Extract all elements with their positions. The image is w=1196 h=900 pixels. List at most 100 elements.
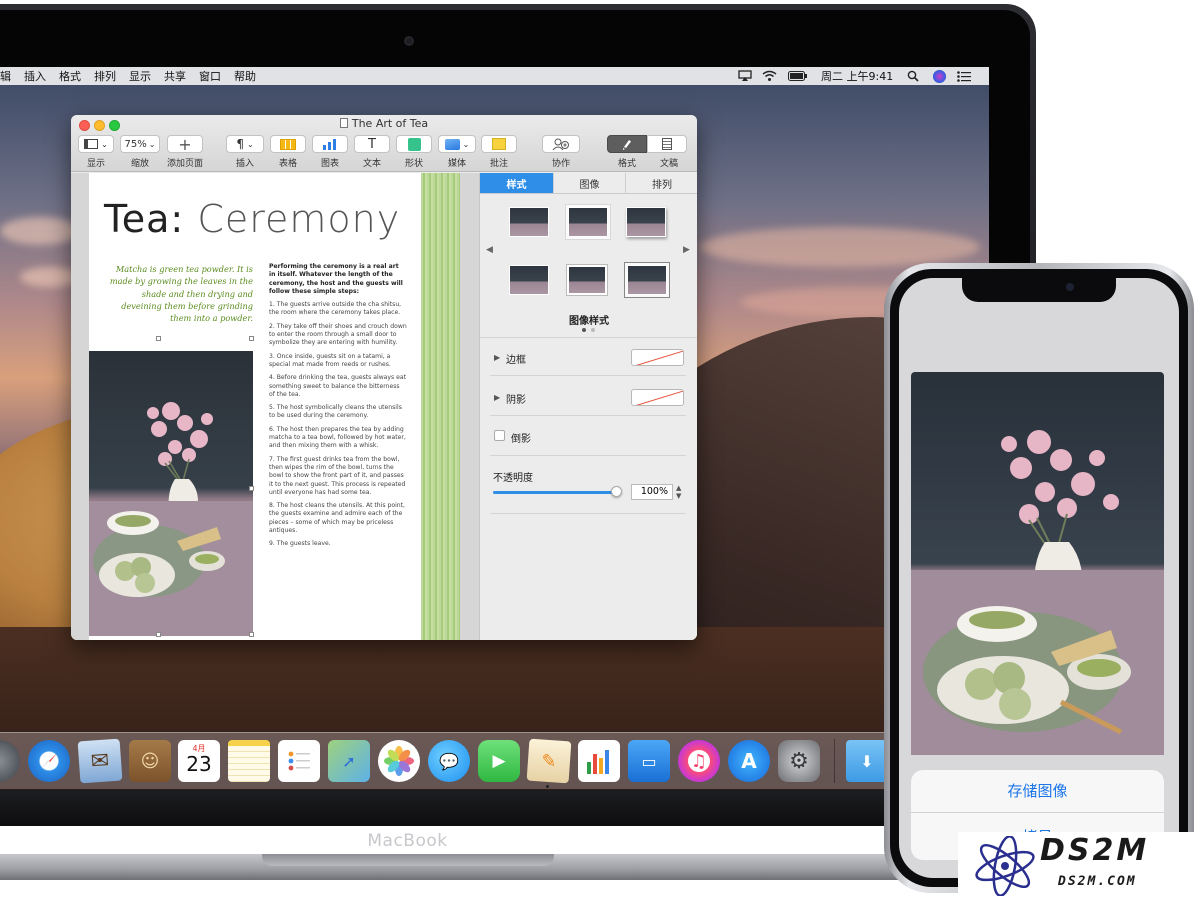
notification-center-icon[interactable] xyxy=(957,67,971,85)
menu-format[interactable]: 格式 xyxy=(59,68,81,84)
downloads-folder-icon[interactable]: ⬇ xyxy=(846,740,888,782)
siri-icon[interactable] xyxy=(933,67,946,85)
disclosure-triangle-icon[interactable]: ▶ xyxy=(494,353,500,362)
zoom-label: 缩放 xyxy=(130,159,149,169)
disclosure-triangle-icon[interactable]: ▶ xyxy=(494,393,500,402)
resize-handle[interactable] xyxy=(249,336,254,341)
step-item: 9. The guests leave. xyxy=(269,540,331,548)
keynote-icon[interactable]: ▭ xyxy=(628,740,670,782)
safari-icon[interactable] xyxy=(28,740,70,782)
calendar-icon[interactable]: 4月 23 xyxy=(178,740,220,782)
table-button[interactable] xyxy=(270,135,306,153)
messages-icon[interactable]: 💬 xyxy=(428,740,470,782)
menu-bar: 辑 插入 格式 排列 显示 共享 窗口 帮助 周二 上午9:41 xyxy=(0,67,989,85)
comment-button[interactable] xyxy=(481,135,517,153)
view-button[interactable]: ⌄ xyxy=(78,135,114,153)
dock: ✉ ☺ 4月 23 ➚ 💬 ▶ ✎ ▭ ♫ A ⚙ ⬇ xyxy=(0,732,989,789)
notes-icon[interactable] xyxy=(228,740,270,782)
chart-button[interactable] xyxy=(312,135,348,153)
opacity-slider-track[interactable] xyxy=(493,491,617,494)
atom-logo-icon xyxy=(972,835,1038,900)
image-style-thumb[interactable] xyxy=(565,204,611,240)
wifi-icon[interactable] xyxy=(762,67,777,85)
shadow-label: 阴影 xyxy=(506,395,526,406)
image-style-thumb[interactable] xyxy=(624,262,670,298)
numbers-icon[interactable] xyxy=(578,740,620,782)
steps-text[interactable]: Performing the ceremony is a real art in… xyxy=(269,263,407,554)
airplay-icon[interactable] xyxy=(738,67,752,85)
insert-button[interactable]: ¶ ⌄ xyxy=(226,135,264,153)
menu-edit[interactable]: 辑 xyxy=(0,68,11,84)
menu-clock[interactable]: 周二 上午9:41 xyxy=(821,67,893,85)
add-page-button[interactable]: + xyxy=(167,135,203,154)
tea-photo[interactable] xyxy=(89,351,253,636)
app-store-icon[interactable]: A xyxy=(728,740,770,782)
image-style-thumb[interactable] xyxy=(626,207,666,237)
zoom-value: 75% xyxy=(124,138,147,150)
menu-window[interactable]: 窗口 xyxy=(199,68,221,84)
opacity-slider-knob[interactable] xyxy=(611,486,622,497)
page-dot-active[interactable] xyxy=(582,328,586,332)
system-preferences-icon[interactable]: ⚙ xyxy=(778,740,820,782)
watermark-url: DS2M.COM xyxy=(1058,874,1137,889)
menu-insert[interactable]: 插入 xyxy=(24,68,46,84)
mail-icon[interactable]: ✉ xyxy=(77,738,123,784)
tab-arrange[interactable]: 排列 xyxy=(625,173,697,194)
media-button[interactable]: ⌄ xyxy=(438,135,476,153)
reflection-label: 倒影 xyxy=(511,434,531,445)
contacts-icon[interactable]: ☺ xyxy=(129,740,171,782)
shadow-color-well[interactable] xyxy=(631,389,684,406)
menu-arrange[interactable]: 排列 xyxy=(94,68,116,84)
step-item: 3. Once inside, guests sit on a tatami, … xyxy=(269,352,391,368)
previous-styles-arrow-icon[interactable]: ◀ xyxy=(486,245,493,255)
border-color-well[interactable] xyxy=(631,349,684,366)
step-item: 1. The guests arrive outside the cha shi… xyxy=(269,301,402,317)
image-style-thumb[interactable] xyxy=(509,265,549,295)
launchpad-icon[interactable] xyxy=(0,740,20,782)
itunes-icon[interactable]: ♫ xyxy=(678,740,720,782)
battery-icon[interactable] xyxy=(788,67,808,85)
menu-help[interactable]: 帮助 xyxy=(234,68,256,84)
step-item: 2. They take off their shoes and crouch … xyxy=(269,322,407,347)
chevron-down-icon: ⌄ xyxy=(246,139,254,149)
pages-icon[interactable]: ✎ xyxy=(526,738,572,784)
resize-handle[interactable] xyxy=(249,486,254,491)
image-style-thumb[interactable] xyxy=(509,207,549,237)
spotlight-search-icon[interactable] xyxy=(907,67,919,85)
resize-handle[interactable] xyxy=(156,632,161,637)
tab-style[interactable]: 样式 xyxy=(480,173,553,194)
next-styles-arrow-icon[interactable]: ▶ xyxy=(683,245,690,255)
document-button[interactable] xyxy=(647,135,687,153)
resize-handle[interactable] xyxy=(156,336,161,341)
zoom-select[interactable]: 75% ⌄ xyxy=(120,135,160,153)
tab-image[interactable]: 图像 xyxy=(553,173,625,194)
iphone-notch xyxy=(962,278,1116,302)
pull-quote[interactable]: Matcha is green tea powder. It is made b… xyxy=(109,263,253,324)
paintbrush-icon xyxy=(623,140,631,150)
page-dot[interactable] xyxy=(591,328,595,332)
menu-share[interactable]: 共享 xyxy=(164,68,186,84)
format-button[interactable] xyxy=(607,135,647,153)
opacity-stepper[interactable]: ▲ ▼ xyxy=(676,484,684,500)
document-title[interactable]: Tea: Ceremony xyxy=(104,197,400,241)
menu-view[interactable]: 显示 xyxy=(129,68,151,84)
save-image-button[interactable]: 存储图像 xyxy=(911,780,1164,801)
reflection-checkbox[interactable] xyxy=(494,430,505,441)
image-style-thumb[interactable] xyxy=(567,265,607,295)
collaborate-button[interactable] xyxy=(542,135,580,153)
iphone-tea-photo[interactable] xyxy=(911,372,1164,755)
shape-button[interactable] xyxy=(396,135,432,153)
document-canvas[interactable]: Tea: Ceremony Matcha is green tea powder… xyxy=(71,173,479,640)
chevron-down-icon: ⌄ xyxy=(462,139,470,149)
text-button[interactable]: T xyxy=(354,135,390,153)
reminders-icon[interactable] xyxy=(278,740,320,782)
macbook-label: MacBook xyxy=(367,831,448,851)
photos-icon[interactable] xyxy=(378,740,420,782)
shape-icon xyxy=(407,137,421,151)
opacity-input[interactable]: 100% xyxy=(631,484,673,500)
resize-handle[interactable] xyxy=(249,632,254,637)
facetime-icon[interactable]: ▶ xyxy=(478,740,520,782)
front-camera-icon xyxy=(1066,283,1074,291)
maps-icon[interactable]: ➚ xyxy=(328,740,370,782)
running-app-indicator xyxy=(546,785,549,788)
